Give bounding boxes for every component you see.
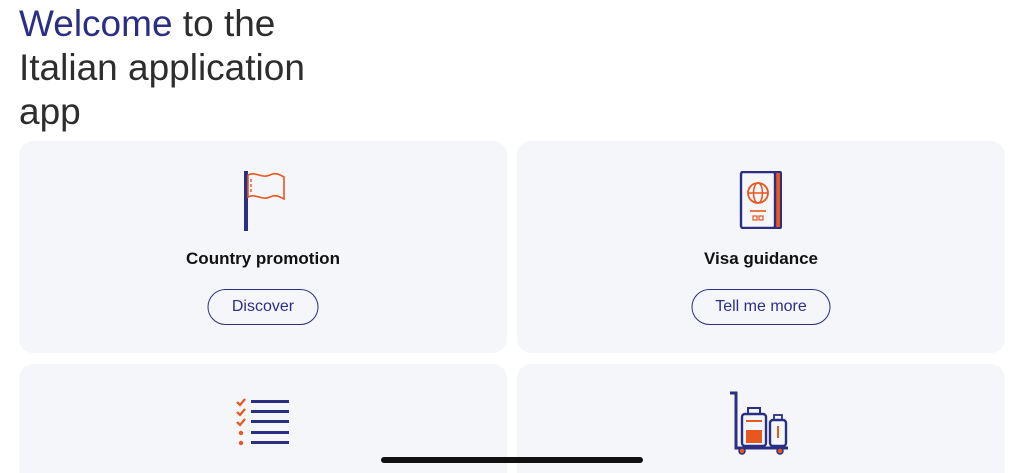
card-visa-guidance: Visa guidance Tell me more — [517, 141, 1005, 353]
tell-me-more-button[interactable]: Tell me more — [691, 289, 831, 325]
home-indicator[interactable] — [381, 457, 643, 463]
card-title: Visa guidance — [703, 249, 818, 268]
page-title-accent: Welcome — [19, 3, 173, 44]
flag-icon — [240, 169, 286, 238]
luggage-trolley-icon — [728, 390, 794, 461]
passport-icon — [739, 170, 783, 234]
page: Welcome to the Italian application app C… — [0, 0, 1024, 473]
card-title: Country promotion — [186, 249, 340, 268]
checklist-icon — [235, 397, 291, 452]
card-country-promotion: Country promotion Discover — [19, 141, 507, 353]
discover-button[interactable]: Discover — [207, 289, 319, 325]
page-title: Welcome to the Italian application app — [19, 2, 339, 134]
